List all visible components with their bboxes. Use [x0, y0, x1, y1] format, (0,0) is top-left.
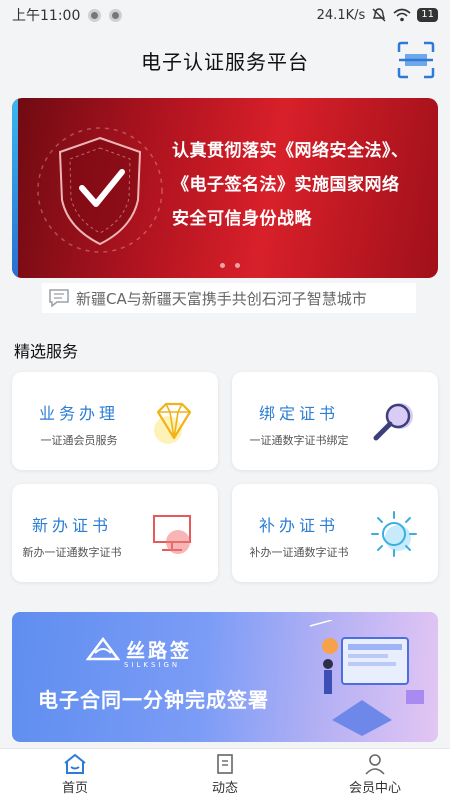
card-subtitle: 一证通数字证书绑定	[249, 434, 349, 447]
promo-banner[interactable]: 丝路签 SILKSIGN 电子合同一分钟完成签署	[12, 612, 438, 742]
brand-subtitle: SILKSIGN	[124, 661, 181, 669]
brand-name: 丝路签	[126, 640, 193, 662]
card-title: 业务办理	[38, 404, 119, 423]
service-card-bind[interactable]: 绑定证书 一证通数字证书绑定	[232, 372, 438, 470]
service-card-reissue[interactable]: 补办证书 补办一证通数字证书	[232, 484, 438, 582]
user-icon	[365, 754, 385, 775]
card-subtitle: 补办一证通数字证书	[249, 546, 349, 559]
carousel-dot	[220, 263, 225, 268]
promo-slogan: 电子合同一分钟完成签署	[38, 688, 269, 712]
tab-label: 动态	[211, 781, 238, 796]
section-title: 精选服务	[14, 342, 79, 361]
tab-home[interactable]: 首页	[0, 749, 150, 800]
banner-text: 认真贯彻落实《网络安全法》、 《电子签名法》实施国家网络 安全可信身份战略	[172, 134, 434, 236]
scan-icon[interactable]	[396, 40, 436, 80]
card-subtitle: 一证通会员服务	[40, 434, 118, 447]
news-ticker[interactable]: 新疆CA与新疆天富携手共创石河子智慧城市	[42, 283, 416, 313]
sun-icon	[371, 511, 417, 557]
battery-icon: 11	[417, 8, 438, 22]
net-speed: 24.1K/s	[316, 7, 366, 23]
illustration-icon	[309, 620, 424, 736]
service-card-business[interactable]: 业务办理 一证通会员服务	[12, 372, 218, 470]
page-title: 电子认证服务平台	[141, 49, 309, 74]
brand-logo: 丝路签	[86, 636, 192, 663]
banner-line: 认真贯彻落实《网络安全法》、	[172, 141, 409, 161]
banner-line: 《电子签名法》实施国家网络	[172, 175, 400, 195]
shield-icon	[37, 127, 163, 253]
message-icon	[49, 289, 69, 308]
carousel-indicator	[220, 263, 240, 268]
wifi-icon	[393, 8, 411, 22]
card-title: 绑定证书	[258, 404, 339, 423]
diamond-icon	[154, 402, 192, 444]
card-title: 新办证书	[31, 516, 112, 535]
card-subtitle: 新办一证通数字证书	[22, 546, 122, 559]
app-header: 电子认证服务平台	[0, 30, 450, 90]
status-time: 上午11:00	[12, 8, 81, 24]
tab-news[interactable]: 动态	[150, 749, 300, 800]
bottom-tab-bar: 首页 动态 会员中心	[0, 748, 450, 800]
banner-line: 安全可信身份战略	[172, 209, 312, 229]
hero-banner[interactable]: 认真贯彻落实《网络安全法》、 《电子签名法》实施国家网络 安全可信身份战略	[12, 98, 438, 278]
notification-icon	[109, 8, 123, 22]
notification-icon	[88, 8, 102, 22]
status-bar: 上午11:00 24.1K/s 11	[0, 0, 450, 30]
news-text: 新疆CA与新疆天富携手共创石河子智慧城市	[76, 289, 367, 308]
logo-icon	[86, 636, 120, 660]
mute-icon	[372, 8, 386, 22]
tab-member-center[interactable]: 会员中心	[300, 749, 450, 800]
service-card-new[interactable]: 新办证书 新办一证通数字证书	[12, 484, 218, 582]
carousel-dot	[235, 263, 240, 268]
tab-label: 会员中心	[348, 781, 401, 796]
document-icon	[217, 754, 233, 774]
banner-edge	[12, 98, 18, 278]
card-title: 补办证书	[258, 516, 339, 535]
home-icon	[64, 753, 86, 774]
monitor-icon	[153, 515, 191, 554]
tab-label: 首页	[61, 781, 88, 796]
magnifier-icon	[373, 403, 413, 441]
